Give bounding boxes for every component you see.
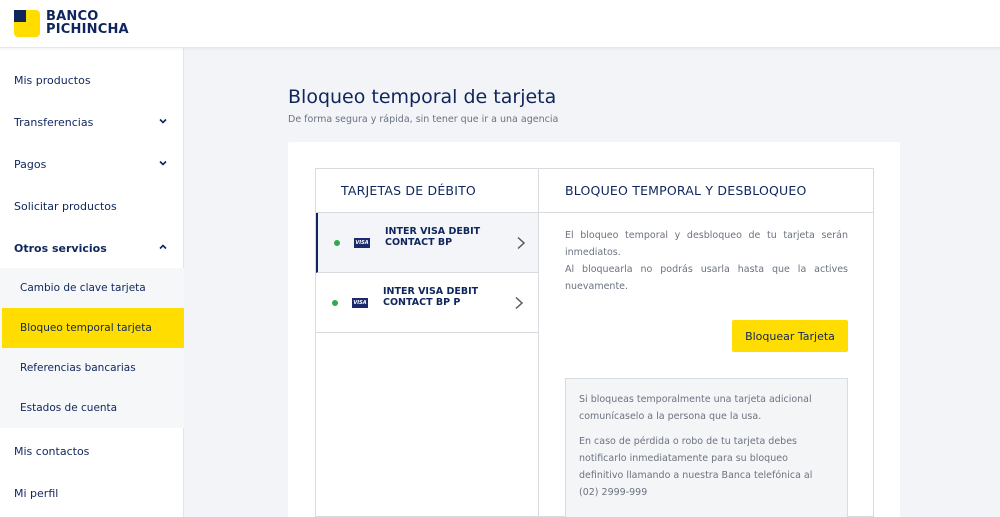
sidebar-subitem-bloqueo-temporal[interactable]: Bloqueo temporal tarjeta [2,308,184,348]
sidebar-nav: Mis productos Transferencias Pagos Solic… [0,48,184,517]
chevron-down-icon [159,160,167,166]
submenu-otros-servicios: Cambio de clave tarjeta Bloqueo temporal… [0,268,184,428]
top-header: BANCO PICHINCHA [0,0,1000,48]
chevron-right-icon [515,296,524,310]
brand-logo[interactable]: BANCO PICHINCHA [14,10,129,37]
page-subtitle: De forma segura y rápida, sin tener que … [288,114,559,125]
chevron-down-icon [159,118,167,124]
sidebar-item-mis-contactos[interactable]: Mis contactos [0,430,184,472]
sidebar-item-mi-perfil[interactable]: Mi perfil [0,472,184,514]
sidebar-item-label: Otros servicios [14,241,107,255]
active-status-icon [332,300,338,306]
card-list-item[interactable]: VISA INTER VISA DEBIT CONTACT BP [316,213,538,273]
sidebar-subitem-label: Estados de cuenta [20,402,118,414]
block-panel: BLOQUEO TEMPORAL Y DESBLOQUEO El bloqueo… [538,168,874,517]
sidebar-subitem-referencias[interactable]: Referencias bancarias [2,348,184,388]
card-name: INTER VISA DEBIT CONTACT BP P [383,286,479,308]
sidebar-subitem-label: Referencias bancarias [20,362,136,374]
block-info-line-1: El bloqueo temporal y desbloqueo de tu t… [565,230,848,258]
block-info-line-2: Al bloquearla no podrás usarla hasta que… [565,264,848,292]
sidebar-item-label: Mi perfil [14,486,59,500]
sidebar-subitem-label: Cambio de clave tarjeta [20,282,146,294]
debit-cards-panel: TARJETAS DE DÉBITO VISA INTER VISA DEBIT… [315,168,538,517]
block-info-text: El bloqueo temporal y desbloqueo de tu t… [565,227,848,295]
chevron-right-icon [517,236,526,250]
sidebar-item-transferencias[interactable]: Transferencias [0,101,184,143]
notice-box: Si bloqueas temporalmente una tarjeta ad… [565,378,848,517]
sidebar-subitem-estados-cuenta[interactable]: Estados de cuenta [2,388,184,428]
sidebar-item-label: Pagos [14,157,47,171]
brand-name: BANCO PICHINCHA [46,10,129,36]
sidebar-subitem-cambio-clave[interactable]: Cambio de clave tarjeta [2,268,184,308]
sidebar-item-label: Solicitar productos [14,199,117,213]
notice-text-1: Si bloqueas temporalmente una tarjeta ad… [579,394,812,422]
block-panel-header: BLOQUEO TEMPORAL Y DESBLOQUEO [539,169,873,213]
sidebar-item-mis-productos[interactable]: Mis productos [0,59,184,101]
logo-mark-icon [14,10,40,37]
visa-icon: VISA [352,298,368,308]
sidebar-item-pagos[interactable]: Pagos [0,143,184,185]
page-title: Bloqueo temporal de tarjeta [288,86,557,108]
block-card-button[interactable]: Bloquear Tarjeta [732,320,848,352]
sidebar-subitem-label: Bloqueo temporal tarjeta [20,322,152,334]
active-status-icon [334,240,340,246]
sidebar-item-label: Mis contactos [14,444,90,458]
chevron-up-icon [159,244,167,250]
sidebar-item-label: Transferencias [14,115,94,129]
card-list-item[interactable]: VISA INTER VISA DEBIT CONTACT BP P [316,273,538,333]
sidebar-item-otros-servicios[interactable]: Otros servicios [0,227,184,269]
debit-cards-header: TARJETAS DE DÉBITO [316,169,538,213]
sidebar-item-label: Mis productos [14,73,91,87]
card-name: INTER VISA DEBIT CONTACT BP [385,226,481,248]
brand-line-2: PICHINCHA [46,22,129,37]
notice-text-2: En caso de pérdida o robo de tu tarjeta … [579,436,813,498]
sidebar-item-solicitar-productos[interactable]: Solicitar productos [0,185,184,227]
visa-icon: VISA [354,238,370,248]
